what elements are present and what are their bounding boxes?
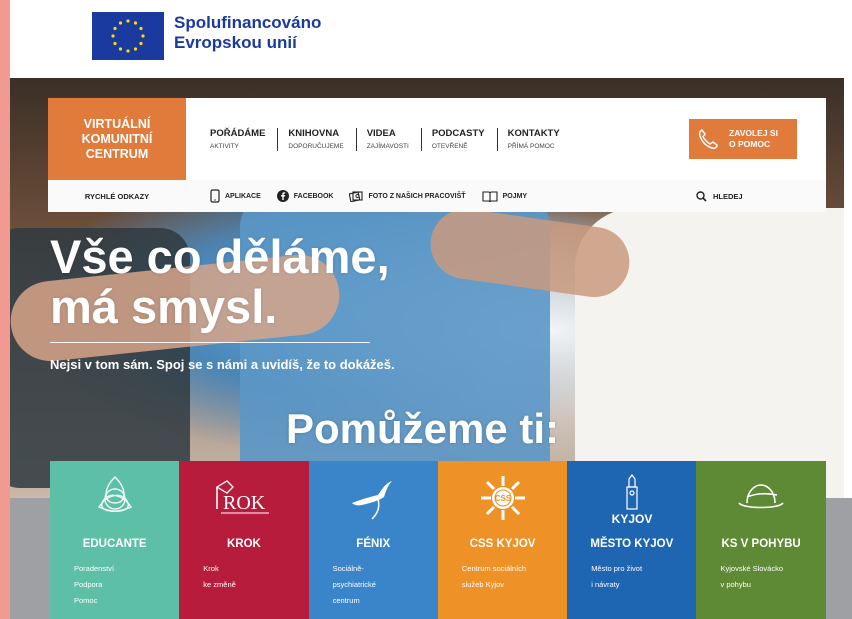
left-accent-strip xyxy=(0,0,10,619)
tile-name: MĚSTO KYJOV xyxy=(590,538,674,550)
tile-ks-v-pohybu[interactable]: KS V POHYBU Kyjovské Slovácko v pohybu xyxy=(696,461,826,619)
hero-headline: Vše co děláme, má smysl. xyxy=(50,232,390,332)
menu-item-title: VIDEA xyxy=(366,128,396,139)
link-facebook[interactable]: FACEBOOK xyxy=(276,190,334,202)
menu-item-podcasty[interactable]: PODCASTY OTEVŘENĚ xyxy=(432,128,498,151)
tile-educante[interactable]: EDUCANTE Poradenství Podpora Pomoc xyxy=(50,461,180,619)
menu-item-title: PODCASTY xyxy=(431,128,485,139)
menu-item-subtitle: ZAJÍMAVOSTI xyxy=(366,143,409,150)
quick-links-bar: RYCHLÉ ODKAZY APLIKACE FACEBOOK FOTO Z N… xyxy=(48,180,826,212)
eu-line-1: Spolufinancováno xyxy=(174,13,322,32)
tile-desc-line: psychiatrické xyxy=(332,580,376,589)
tile-krok[interactable]: ROK KROK Krok ke změně xyxy=(179,461,309,619)
link-pojmy[interactable]: POJMY xyxy=(482,190,528,202)
tile-name: KS V POHYBU xyxy=(721,538,801,550)
trinity-knot-icon xyxy=(50,473,179,523)
tile-desc-line: centrum xyxy=(332,596,360,605)
menu-item-poradame[interactable]: POŘÁDÁME AKTIVITY xyxy=(210,128,279,151)
tile-desc-line: služeb Kyjov xyxy=(461,580,504,589)
help-heading: Pomůžeme ti: xyxy=(286,405,560,452)
svg-text:CSS: CSS xyxy=(494,494,511,503)
tile-desc-line: Město pro život xyxy=(591,564,643,573)
tile-name: EDUCANTE xyxy=(82,538,147,550)
menu-item-title: KNIHOVNA xyxy=(288,128,340,139)
tile-desc-line: Sociálně- xyxy=(332,564,364,573)
phone-icon xyxy=(697,128,719,155)
link-foto[interactable]: FOTO Z NAŠICH PRACOVIŠŤ xyxy=(349,190,466,202)
menu-item-subtitle: AKTIVITY xyxy=(210,143,239,150)
brand-line-2: KOMUNITNÍ xyxy=(81,131,153,146)
eu-line-2: Evropskou unií xyxy=(174,33,297,52)
tile-desc-line: Pomoc xyxy=(74,596,98,605)
tile-desc-line: Kyjovské Slovácko xyxy=(720,564,784,573)
tile-name: CSS KYJOV xyxy=(469,538,536,550)
tile-fenix[interactable]: FÉNIX Sociálně- psychiatrické centrum xyxy=(308,461,438,619)
hero-headline-line-2: má smysl. xyxy=(50,280,278,333)
krok-logo-icon: ROK xyxy=(179,473,308,523)
tile-desc-line: i návraty xyxy=(591,580,620,589)
phoenix-icon xyxy=(309,473,438,523)
main-navbar: VIRTUÁLNÍ KOMUNITNÍ CENTRUM POŘÁDÁME AKT… xyxy=(48,98,826,180)
tile-desc-line: ke změně xyxy=(203,580,236,589)
link-label: POJMY xyxy=(502,192,528,200)
link-label: APLIKACE xyxy=(225,192,261,200)
menu-item-videa[interactable]: VIDEA ZAJÍMAVOSTI xyxy=(367,128,422,151)
tile-desc-line: v pohybu xyxy=(720,580,751,589)
link-aplikace[interactable]: APLIKACE xyxy=(210,189,261,203)
link-label: FOTO Z NAŠICH PRACOVIŠŤ xyxy=(368,192,466,200)
quick-links-label[interactable]: RYCHLÉ ODKAZY xyxy=(48,180,186,212)
call-for-help-button[interactable]: ZAVOLEJ SI O POMOC xyxy=(689,119,797,159)
eu-funding-text: Spolufinancováno Evropskou unií xyxy=(174,13,321,53)
facebook-icon xyxy=(276,190,289,202)
photos-icon xyxy=(349,191,364,202)
menu-item-title: KONTAKTY xyxy=(507,128,560,139)
menu-item-subtitle: PŘÍMÁ POMOC xyxy=(507,143,555,150)
tile-desc-line: Podpora xyxy=(74,580,103,589)
hero-tagline: Nejsi v tom sám. Spoj se s námi a uvidíš… xyxy=(50,357,395,372)
tile-name: FÉNIX xyxy=(356,538,391,550)
call-line-2: O POMOC xyxy=(729,139,771,149)
search-label: HLEDEJ xyxy=(713,191,743,201)
menu-item-title: POŘÁDÁME xyxy=(210,128,266,139)
menu-item-subtitle: OTEVŘENĚ xyxy=(431,143,468,150)
tower-icon: KYJOV xyxy=(567,473,696,526)
tile-desc-line: Krok xyxy=(203,564,219,573)
phone-device-icon xyxy=(210,189,220,203)
service-tiles: EDUCANTE Poradenství Podpora Pomoc ROK K… xyxy=(50,461,826,619)
menu-item-kontakty[interactable]: KONTAKTY PŘÍMÁ POMOC xyxy=(508,128,572,151)
hero-divider xyxy=(50,342,370,343)
tile-desc-line: Poradenství xyxy=(74,564,115,573)
hat-icon xyxy=(696,473,825,523)
svg-text:KYJOV: KYJOV xyxy=(611,512,652,526)
sun-icon: CSS xyxy=(438,473,567,523)
search-field[interactable]: HLEDEJ xyxy=(696,186,796,206)
call-line-1: ZAVOLEJ SI xyxy=(729,128,778,138)
menu-item-subtitle: DOPORUČUJEME xyxy=(288,143,344,150)
hero-headline-line-1: Vše co děláme, xyxy=(50,230,390,283)
tile-css-kyjov[interactable]: CSS CSS KYJOV Centrum sociálních služeb … xyxy=(437,461,568,619)
svg-text:ROK: ROK xyxy=(223,492,266,514)
brand-line-3: CENTRUM xyxy=(85,146,149,161)
tile-desc-line: Centrum sociálních xyxy=(461,564,527,573)
eu-funding-bar: Spolufinancováno Evropskou unií xyxy=(10,0,852,78)
brand-line-1: VIRTUÁLNÍ xyxy=(83,116,151,131)
link-label: FACEBOOK xyxy=(293,192,334,200)
tile-mesto-kyjov[interactable]: KYJOV MĚSTO KYJOV Město pro život i návr… xyxy=(567,461,697,619)
search-icon xyxy=(696,190,707,202)
book-icon xyxy=(482,191,498,202)
brand-logo[interactable]: VIRTUÁLNÍ KOMUNITNÍ CENTRUM xyxy=(48,98,186,180)
tile-name: KROK xyxy=(227,538,261,550)
main-menu: POŘÁDÁME AKTIVITY KNIHOVNA DOPORUČUJEME … xyxy=(210,128,582,151)
menu-item-knihovna[interactable]: KNIHOVNA DOPORUČUJEME xyxy=(288,128,357,151)
eu-flag-icon xyxy=(92,12,164,60)
